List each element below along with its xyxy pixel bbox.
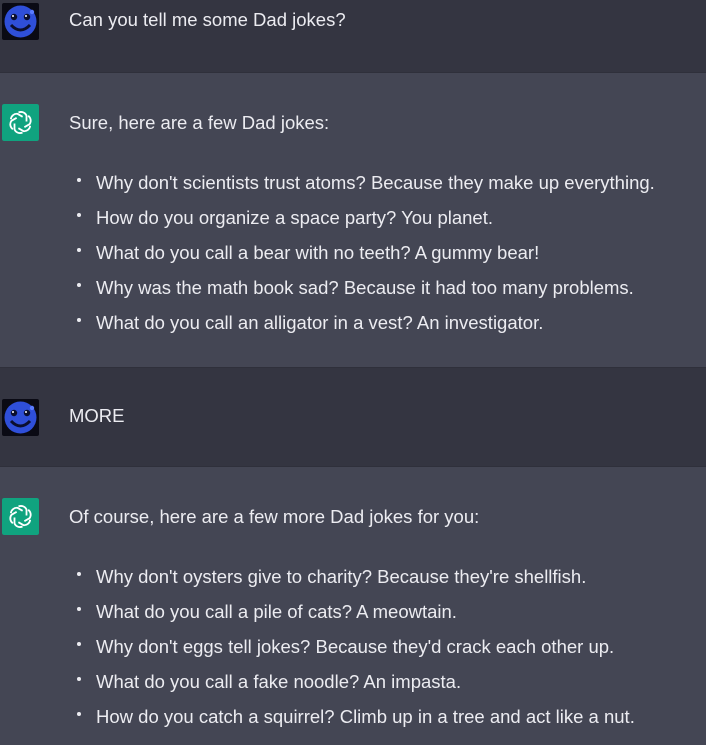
user-message: Can you tell me some Dad jokes? [0,0,706,73]
list-item: How do you catch a squirrel? Climb up in… [77,705,635,740]
list-item: Why don't oysters give to charity? Becau… [77,565,635,600]
user-avatar-icon [2,399,39,436]
list-item: What do you call a bear with no teeth? A… [77,241,655,276]
list-item: How do you organize a space party? You p… [77,206,655,241]
user-message-text: Can you tell me some Dad jokes? [69,9,346,30]
openai-logo-icon [2,498,39,535]
user-avatar-icon [2,3,39,40]
list-item: Why was the math book sad? Because it ha… [77,276,655,311]
list-item: What do you call a fake noodle? An impas… [77,670,635,705]
assistant-message: Sure, here are a few Dad jokes: Why don'… [0,73,706,368]
joke-list: Why don't oysters give to charity? Becau… [77,565,635,740]
assistant-intro-text: Of course, here are a few more Dad jokes… [69,506,480,527]
assistant-message: Of course, here are a few more Dad jokes… [0,467,706,745]
user-message: MORE [0,368,706,467]
list-item: What do you call a pile of cats? A meowt… [77,600,635,635]
list-item: What do you call an alligator in a vest?… [77,311,655,346]
assistant-intro-text: Sure, here are a few Dad jokes: [69,112,330,133]
user-message-text: MORE [69,405,125,426]
joke-list: Why don't scientists trust atoms? Becaus… [77,171,655,346]
chat-thread: Can you tell me some Dad jokes? Sure, he… [0,0,706,745]
openai-logo-icon [2,104,39,141]
list-item: Why don't scientists trust atoms? Becaus… [77,171,655,206]
list-item: Why don't eggs tell jokes? Because they'… [77,635,635,670]
